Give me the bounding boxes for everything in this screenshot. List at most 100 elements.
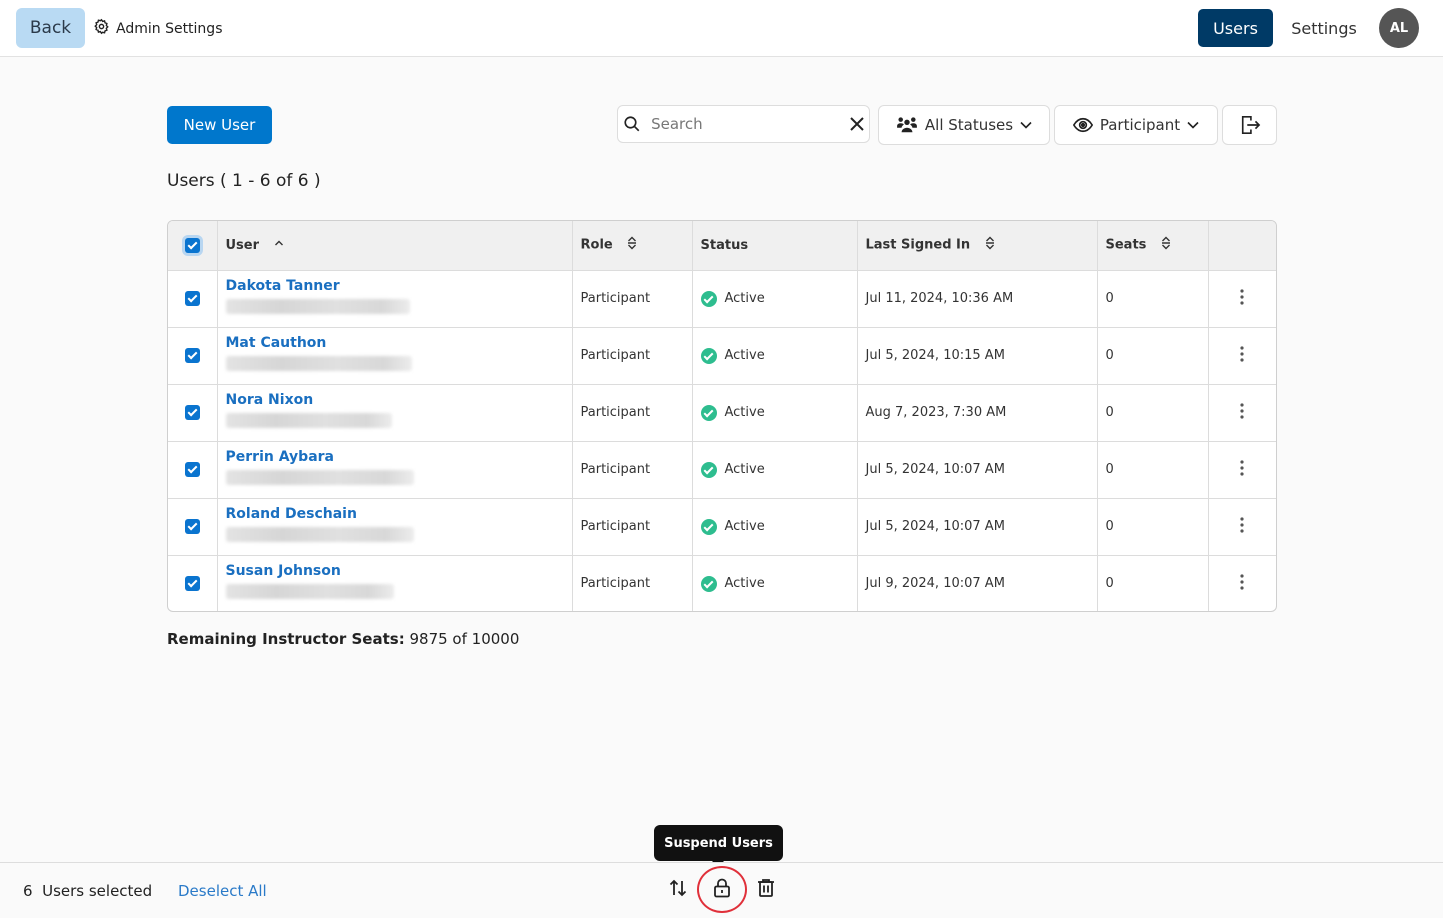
row-checkbox[interactable]	[184, 519, 200, 534]
status-label: Active	[724, 462, 765, 477]
change-role-button[interactable]	[664, 876, 692, 904]
row-actions-cell	[1208, 441, 1276, 499]
last-signed-in-cell: Jul 5, 2024, 10:07 AM	[857, 498, 1098, 556]
row-checkbox[interactable]	[184, 405, 200, 420]
row-checkbox[interactable]	[184, 291, 200, 306]
more-vertical-icon[interactable]	[1240, 516, 1244, 537]
status-cell: Active	[692, 498, 858, 556]
row-actions-cell	[1208, 384, 1276, 442]
user-cell: Mat Cauthon	[217, 327, 573, 385]
last-signed-in-cell: Jul 5, 2024, 10:07 AM	[857, 441, 1098, 499]
selected-count-label: Users selected	[42, 882, 153, 900]
clear-search-icon[interactable]	[845, 117, 869, 131]
role-cell: Participant	[572, 555, 693, 611]
nav-users-tab[interactable]: Users	[1198, 9, 1273, 47]
chevron-down-icon	[1020, 121, 1032, 129]
select-all-cell	[168, 221, 218, 271]
column-header-user[interactable]: User	[217, 221, 573, 271]
seats-cell: 0	[1097, 270, 1209, 328]
user-cell: Perrin Aybara	[217, 441, 573, 499]
status-cell: Active	[692, 555, 858, 611]
status-label: Active	[724, 519, 765, 534]
new-user-button[interactable]: New User	[167, 106, 272, 144]
check-circle-icon	[700, 404, 717, 421]
delete-users-button[interactable]	[752, 876, 780, 904]
search-input[interactable]	[645, 106, 846, 142]
row-checkbox[interactable]	[184, 348, 200, 363]
last-signed-in-cell: Jul 9, 2024, 10:07 AM	[857, 555, 1098, 611]
lock-icon	[713, 878, 731, 902]
status-label: Active	[724, 348, 765, 363]
sort-ascending-icon[interactable]	[274, 238, 284, 253]
row-actions-cell	[1208, 555, 1276, 611]
row-checkbox[interactable]	[184, 462, 200, 477]
row-actions-cell	[1208, 327, 1276, 385]
column-header-label: Last Signed In	[865, 237, 971, 253]
user-name-link[interactable]: Mat Cauthon	[226, 335, 572, 351]
user-email-redacted	[225, 412, 392, 428]
select-all-checkbox[interactable]	[184, 237, 200, 253]
user-name-link[interactable]: Dakota Tanner	[226, 278, 572, 294]
sort-icon[interactable]	[985, 236, 995, 254]
table-row: Perrin Aybara Participant Active Jul 5, …	[168, 441, 1276, 499]
role-filter-value: Participant	[1099, 116, 1181, 134]
more-vertical-icon[interactable]	[1240, 288, 1244, 309]
admin-settings-title: Admin Settings	[93, 18, 223, 39]
column-header-status: Status	[692, 221, 858, 271]
row-select-cell	[168, 555, 218, 611]
user-name-link[interactable]: Roland Deschain	[226, 506, 572, 522]
suspend-users-button[interactable]	[708, 876, 736, 904]
seats-cell: 0	[1097, 327, 1209, 385]
role-filter-dropdown[interactable]: Participant	[1054, 105, 1218, 145]
sort-icon[interactable]	[627, 236, 637, 254]
role-cell: Participant	[572, 270, 693, 328]
status-filter-value: All Statuses	[924, 116, 1014, 134]
user-name-link[interactable]: Perrin Aybara	[226, 449, 572, 465]
more-vertical-icon[interactable]	[1240, 345, 1244, 366]
row-checkbox[interactable]	[184, 576, 200, 592]
more-vertical-icon[interactable]	[1240, 402, 1244, 423]
table-row: Mat Cauthon Participant Active Jul 5, 20…	[168, 327, 1276, 385]
back-button[interactable]: Back	[16, 8, 85, 48]
status-cell: Active	[692, 270, 858, 328]
check-circle-icon	[700, 575, 717, 592]
more-vertical-icon[interactable]	[1240, 574, 1244, 594]
nav-settings-tab[interactable]: Settings	[1284, 9, 1364, 47]
seats-cell: 0	[1097, 384, 1209, 442]
admin-settings-label: Admin Settings	[116, 20, 223, 37]
column-header-role[interactable]: Role	[572, 221, 693, 271]
user-email-redacted	[225, 526, 414, 542]
search-box	[617, 105, 870, 143]
column-header-seats[interactable]: Seats	[1097, 221, 1209, 271]
remaining-seats-label: Remaining Instructor Seats:	[167, 630, 405, 648]
trash-icon	[757, 878, 775, 902]
users-table: User Role Status Last Signed In Seats Da…	[167, 220, 1277, 612]
row-actions-cell	[1208, 270, 1276, 328]
search-icon	[618, 115, 645, 133]
more-vertical-icon[interactable]	[1240, 459, 1244, 480]
users-count-heading: Users ( 1 - 6 of 6 )	[167, 171, 321, 191]
deselect-all-link[interactable]: Deselect All	[178, 882, 267, 900]
user-cell: Susan Johnson	[217, 555, 573, 611]
sort-icon[interactable]	[1161, 236, 1171, 254]
last-signed-in-cell: Jul 11, 2024, 10:36 AM	[857, 270, 1098, 328]
table-row: Roland Deschain Participant Active Jul 5…	[168, 498, 1276, 556]
status-cell: Active	[692, 441, 858, 499]
user-email-redacted	[225, 298, 410, 314]
remaining-seats: Remaining Instructor Seats: 9875 of 1000…	[167, 630, 519, 648]
export-button[interactable]	[1222, 105, 1277, 145]
column-header-label: Role	[580, 237, 613, 253]
row-actions-cell	[1208, 498, 1276, 556]
export-icon	[1239, 115, 1261, 135]
user-name-link[interactable]: Susan Johnson	[226, 563, 572, 579]
user-avatar[interactable]: AL	[1379, 8, 1419, 48]
user-cell: Roland Deschain	[217, 498, 573, 556]
column-header-actions	[1208, 221, 1276, 271]
selected-count: 6 Users selected	[23, 882, 152, 900]
status-filter-dropdown[interactable]: All Statuses	[878, 105, 1050, 145]
gear-icon	[93, 18, 110, 39]
table-row: Nora Nixon Participant Active Aug 7, 202…	[168, 384, 1276, 442]
user-name-link[interactable]: Nora Nixon	[226, 392, 572, 408]
column-header-label: Status	[700, 237, 749, 253]
column-header-last-signed-in[interactable]: Last Signed In	[857, 221, 1098, 271]
